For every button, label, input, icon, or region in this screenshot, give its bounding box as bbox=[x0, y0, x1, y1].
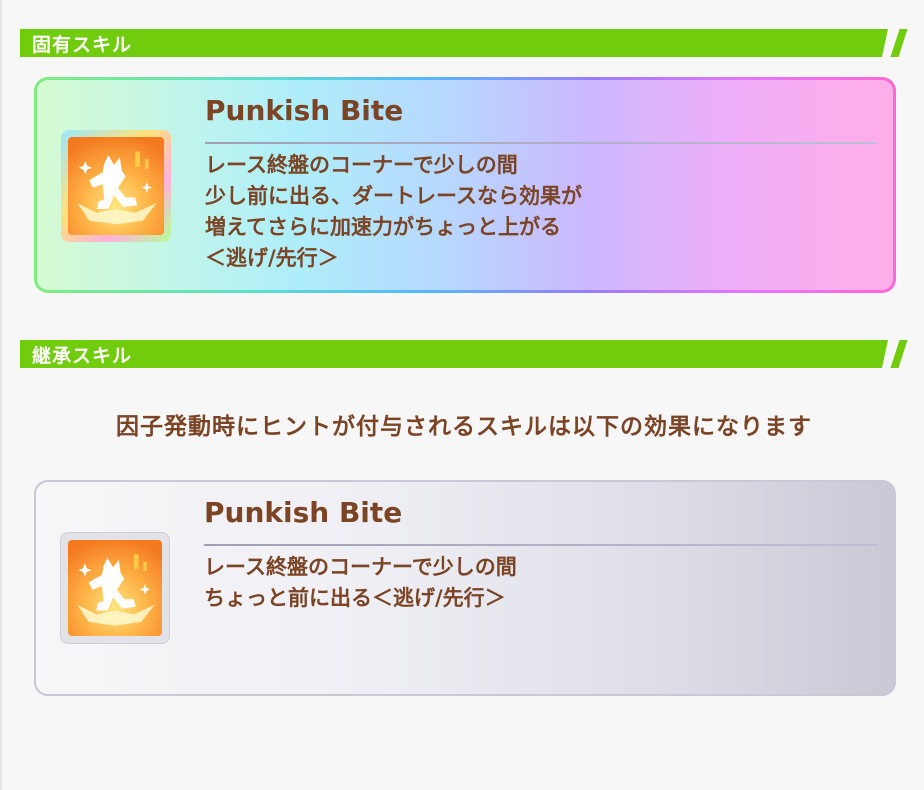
skill-description-line: レース終盤のコーナーで少しの間 bbox=[205, 153, 518, 177]
skill-description-line: 少し前に出る、ダートレースなら効果が bbox=[205, 184, 582, 208]
running-horse-speed-icon bbox=[68, 137, 164, 235]
skill-description-line: ちょっと前に出る＜逃げ/先行＞ bbox=[204, 586, 506, 610]
skill-icon-frame bbox=[60, 532, 170, 644]
running-horse-speed-icon bbox=[68, 540, 162, 636]
unique-skill-card[interactable]: Punkish Bite レース終盤のコーナーで少しの間少し前に出る、ダートレー… bbox=[34, 77, 896, 293]
inherit-hint-text: 因子発動時にヒントが付与されるスキルは以下の効果になります bbox=[116, 414, 812, 440]
skill-description: レース終盤のコーナーで少しの間 ちょっと前に出る＜逃げ/先行＞ bbox=[204, 552, 517, 614]
unique-skill-header: 固有スキル bbox=[20, 29, 888, 57]
skill-name: Punkish Bite bbox=[205, 94, 404, 127]
inherit-skill-header: 継承スキル bbox=[20, 340, 888, 368]
skill-description-line: 増えてさらに加速力がちょっと上がる bbox=[205, 215, 561, 239]
skill-divider bbox=[205, 142, 877, 144]
inherit-skill-card[interactable]: Punkish Bite レース終盤のコーナーで少しの間 ちょっと前に出る＜逃げ/… bbox=[34, 480, 896, 696]
skill-icon-frame bbox=[61, 130, 171, 242]
skill-divider bbox=[204, 544, 878, 546]
skill-name: Punkish Bite bbox=[204, 496, 403, 529]
skill-description-line: ＜逃げ/先行＞ bbox=[205, 246, 339, 270]
skill-description-line: レース終盤のコーナーで少しの間 bbox=[204, 555, 517, 579]
inherit-skill-title: 継承スキル bbox=[32, 344, 133, 367]
skill-description: レース終盤のコーナーで少しの間少し前に出る、ダートレースなら効果が 増えてさらに加… bbox=[205, 150, 582, 274]
header-slash-decoration bbox=[890, 29, 908, 57]
unique-skill-title: 固有スキル bbox=[32, 33, 133, 56]
header-slash-decoration bbox=[890, 340, 908, 368]
